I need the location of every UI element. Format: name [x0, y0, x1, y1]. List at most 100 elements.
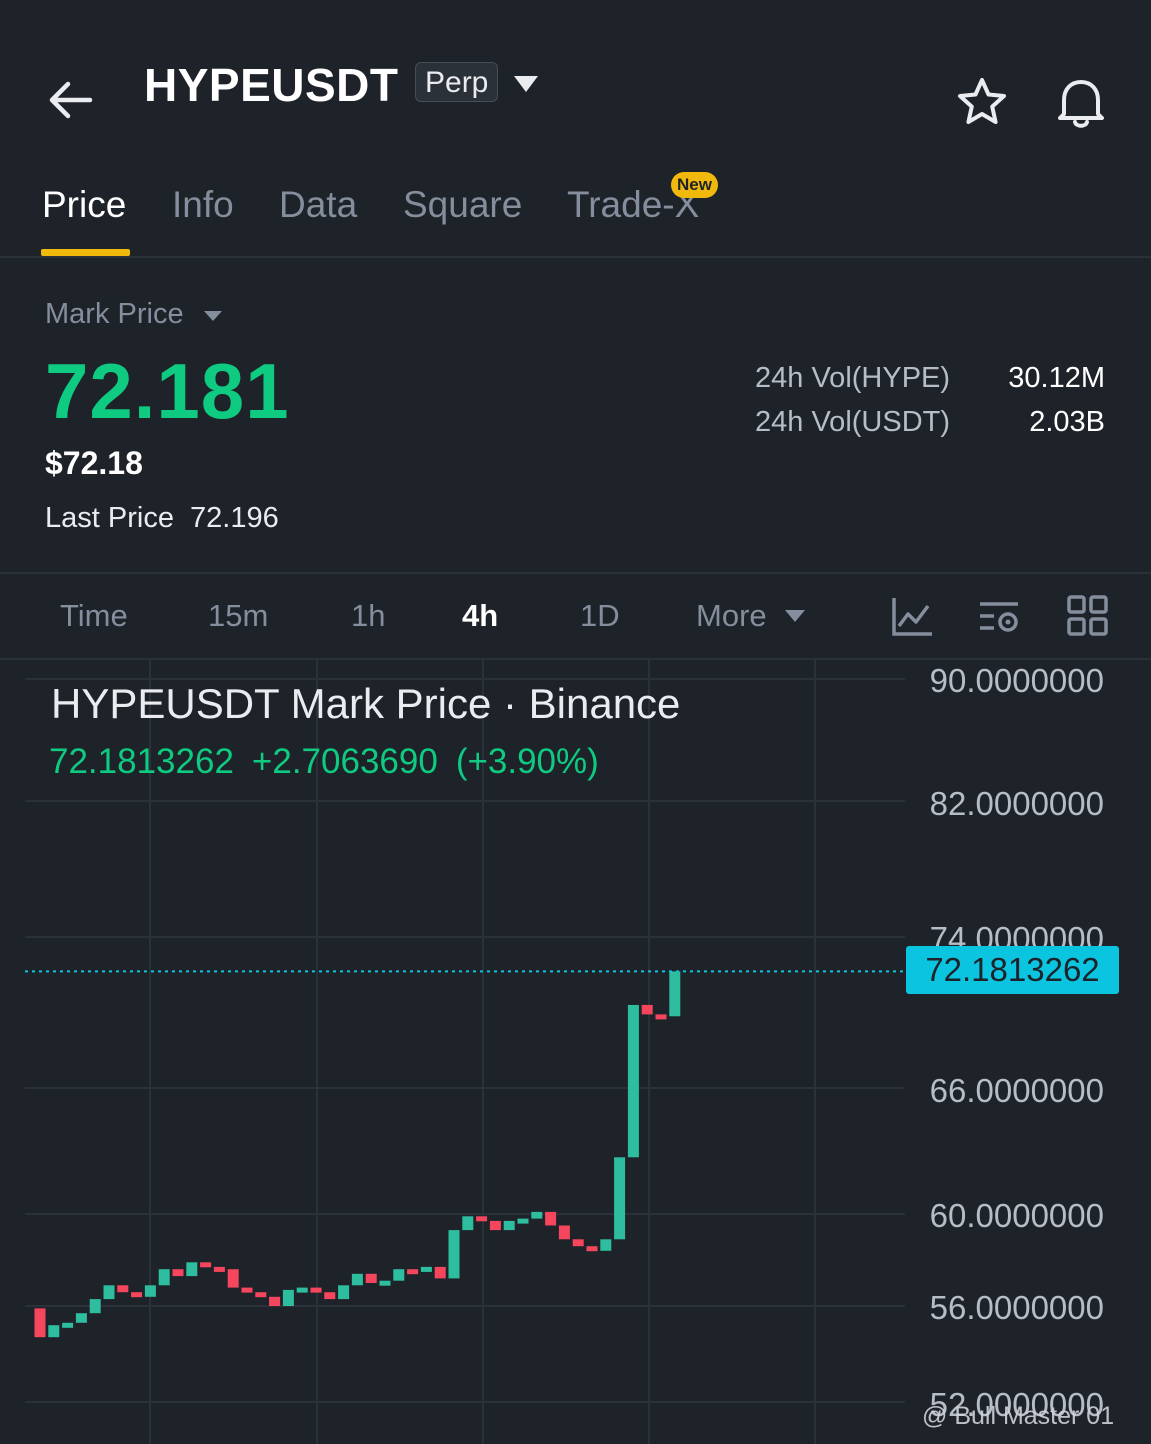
candle [103, 1285, 115, 1300]
candle [545, 1211, 557, 1226]
interval-1h[interactable]: 1h [351, 598, 385, 634]
candle [310, 1287, 322, 1293]
star-icon [958, 78, 1006, 124]
tab-price[interactable]: Price [42, 184, 126, 226]
vol-usdt-value: 2.03B [1029, 406, 1105, 438]
tab-square[interactable]: Square [403, 184, 522, 226]
candle [669, 971, 681, 1017]
y-tick-label: 82.0000000 [929, 785, 1104, 822]
candle [213, 1266, 225, 1272]
candle [296, 1287, 308, 1293]
alert-button[interactable] [1054, 74, 1108, 130]
candle [614, 1157, 626, 1240]
chart-type-icon [892, 598, 932, 636]
layout-button[interactable] [1066, 594, 1110, 638]
candle [144, 1285, 156, 1297]
bell-icon [1058, 80, 1104, 128]
mark-price-value: 72.181 [45, 347, 290, 435]
candle [627, 1004, 639, 1158]
y-tick-label: 60.0000000 [929, 1197, 1104, 1234]
candle [200, 1262, 212, 1268]
candle [586, 1246, 598, 1252]
last-price-value: 72.196 [190, 502, 279, 534]
candle [282, 1289, 294, 1306]
candle [407, 1269, 419, 1275]
active-tab-indicator [41, 249, 130, 256]
y-tick-label: 90.0000000 [929, 662, 1104, 699]
interval-time[interactable]: Time [60, 598, 128, 634]
candle [462, 1216, 474, 1231]
back-button[interactable] [44, 78, 96, 122]
vol-hype-value: 30.12M [1008, 362, 1105, 394]
candle [158, 1269, 170, 1286]
candle [641, 1004, 653, 1015]
chart-type-button[interactable] [890, 594, 934, 638]
chart-stats: 72.1813262 +2.7063690 (+3.90%) [49, 742, 617, 782]
indicator-settings-button[interactable] [978, 594, 1022, 638]
candle [117, 1285, 129, 1293]
candle [572, 1239, 584, 1247]
candle [75, 1313, 87, 1323]
grid-layout-icon [1067, 595, 1108, 636]
y-tick-label: 66.0000000 [929, 1072, 1104, 1109]
candle [186, 1262, 198, 1277]
candle [241, 1287, 253, 1293]
vol-hype-label: 24h Vol(HYPE) [755, 362, 951, 394]
candle [131, 1292, 143, 1298]
chevron-down-icon [785, 610, 805, 622]
watermark: @ Bull Master 01 [922, 1402, 1115, 1430]
candle [34, 1308, 46, 1338]
chevron-down-icon [514, 76, 538, 92]
indicator-settings-icon [980, 602, 1018, 632]
candle [558, 1225, 570, 1240]
candle [338, 1285, 350, 1300]
symbol-dropdown[interactable] [512, 74, 540, 94]
interval-4h[interactable]: 4h [462, 598, 498, 634]
candle [379, 1280, 391, 1286]
usd-price: $72.18 [45, 445, 143, 481]
candle [503, 1220, 515, 1231]
candle [48, 1325, 60, 1338]
current-price-tag: 72.1813262 [906, 946, 1119, 994]
candle [62, 1322, 74, 1328]
tab-data[interactable]: Data [279, 184, 357, 226]
back-arrow-icon [49, 81, 93, 119]
candle [351, 1273, 363, 1286]
candle [393, 1269, 405, 1281]
favorite-button[interactable] [956, 76, 1008, 128]
candle [448, 1230, 460, 1279]
chart-last-value: 72.1813262 [49, 742, 234, 781]
y-tick-label: 56.0000000 [929, 1289, 1104, 1326]
candle [269, 1296, 281, 1306]
candle [531, 1211, 543, 1219]
chevron-down-icon [204, 311, 222, 321]
candle [324, 1292, 336, 1300]
interval-15m[interactable]: 15m [208, 598, 268, 634]
divider [0, 572, 1151, 574]
tab-info[interactable]: Info [172, 184, 234, 226]
new-badge: New [671, 172, 718, 198]
last-price-label: Last Price [45, 502, 174, 534]
interval-1d[interactable]: 1D [580, 598, 620, 634]
symbol-title[interactable]: HYPEUSDT [144, 58, 398, 112]
candle [600, 1239, 612, 1251]
candle [89, 1299, 101, 1314]
candle [255, 1292, 267, 1298]
interval-more[interactable]: More [696, 598, 767, 634]
candle [434, 1266, 446, 1279]
candle [172, 1269, 184, 1277]
candle [655, 1014, 667, 1020]
mark-price-selector[interactable]: Mark Price [45, 298, 184, 331]
candle [227, 1269, 239, 1288]
candle [420, 1266, 432, 1272]
chart-change-pct: (+3.90%) [455, 742, 599, 781]
chart-title: HYPEUSDT Mark Price · Binance [51, 680, 681, 727]
candle [476, 1216, 488, 1222]
divider [0, 256, 1151, 258]
vol-usdt-label: 24h Vol(USDT) [755, 406, 951, 438]
candle [365, 1273, 377, 1283]
candle [517, 1218, 529, 1224]
candle [489, 1220, 501, 1231]
contract-type-badge: Perp [415, 62, 499, 102]
chart-change: +2.7063690 [251, 742, 438, 781]
